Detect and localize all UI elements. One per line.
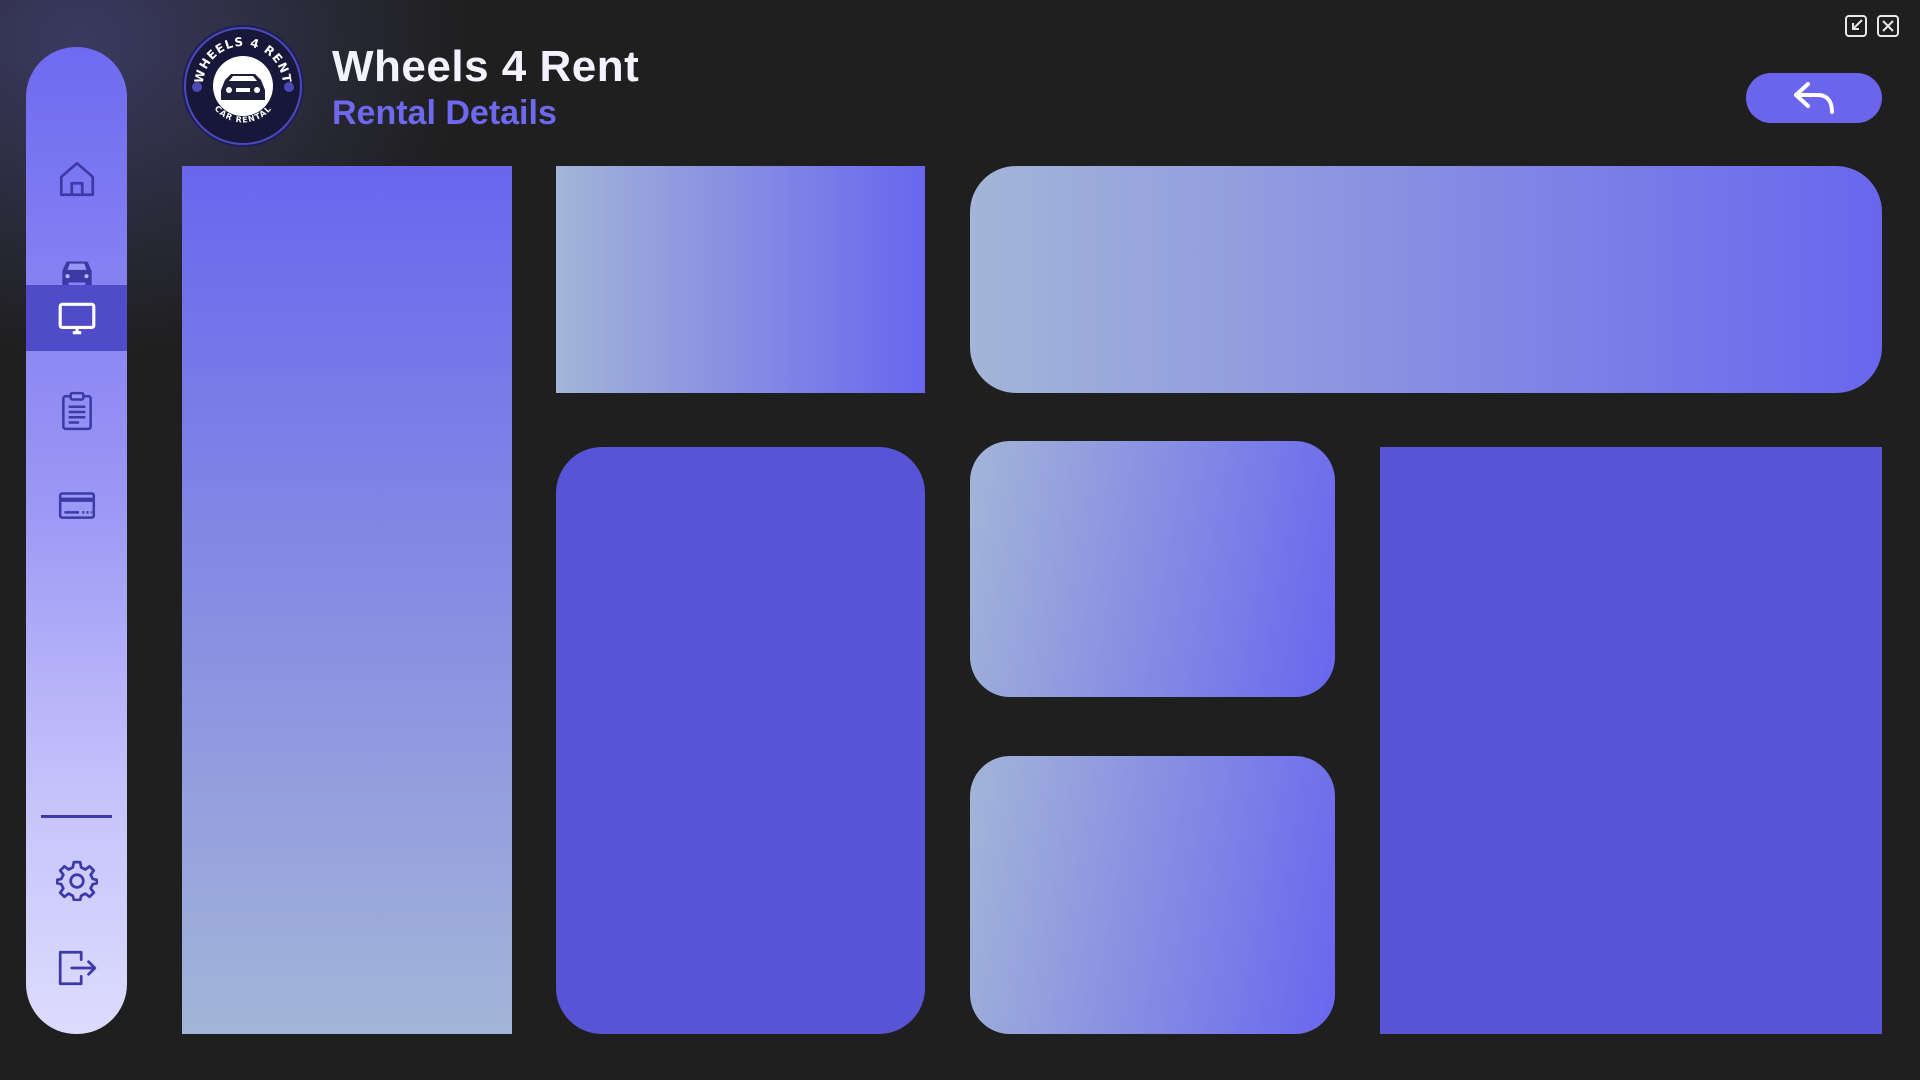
back-button[interactable] xyxy=(1746,73,1882,123)
monitor-icon xyxy=(58,302,95,335)
close-icon xyxy=(1877,15,1899,37)
sidebar-item-settings[interactable] xyxy=(26,847,127,913)
logout-icon xyxy=(58,950,96,986)
sidebar-item-payments[interactable] xyxy=(26,472,127,538)
page-title: Rental Details xyxy=(332,94,557,132)
app-logo: WHEELS 4 RENT CAR RENTAL xyxy=(181,24,305,148)
sidebar-item-home[interactable] xyxy=(26,146,127,212)
reply-arrow-icon xyxy=(1794,82,1834,114)
minimize-icon xyxy=(1845,15,1867,37)
sidebar-item-logout[interactable] xyxy=(26,935,127,1001)
home-icon xyxy=(59,161,94,197)
window-controls xyxy=(1844,14,1900,38)
credit-card-icon xyxy=(58,492,95,519)
sidebar-item-bookings[interactable] xyxy=(26,378,127,444)
app-title: Wheels 4 Rent xyxy=(332,42,640,91)
clipboard-icon xyxy=(61,391,92,431)
sidebar xyxy=(26,47,127,1034)
panel-middle-tall xyxy=(556,447,925,1034)
panel-top-wide xyxy=(970,166,1882,393)
sidebar-item-rental-details[interactable] xyxy=(26,285,127,351)
panel-left-tall xyxy=(182,166,512,1034)
panel-right-tall xyxy=(1380,447,1882,1034)
close-window-button[interactable] xyxy=(1876,14,1900,38)
sidebar-divider xyxy=(41,815,112,818)
panel-center-bottom xyxy=(970,756,1335,1034)
panel-center-top xyxy=(970,441,1335,697)
panel-top-small xyxy=(556,166,925,393)
minimize-window-button[interactable] xyxy=(1844,14,1868,38)
gear-icon xyxy=(55,860,98,901)
